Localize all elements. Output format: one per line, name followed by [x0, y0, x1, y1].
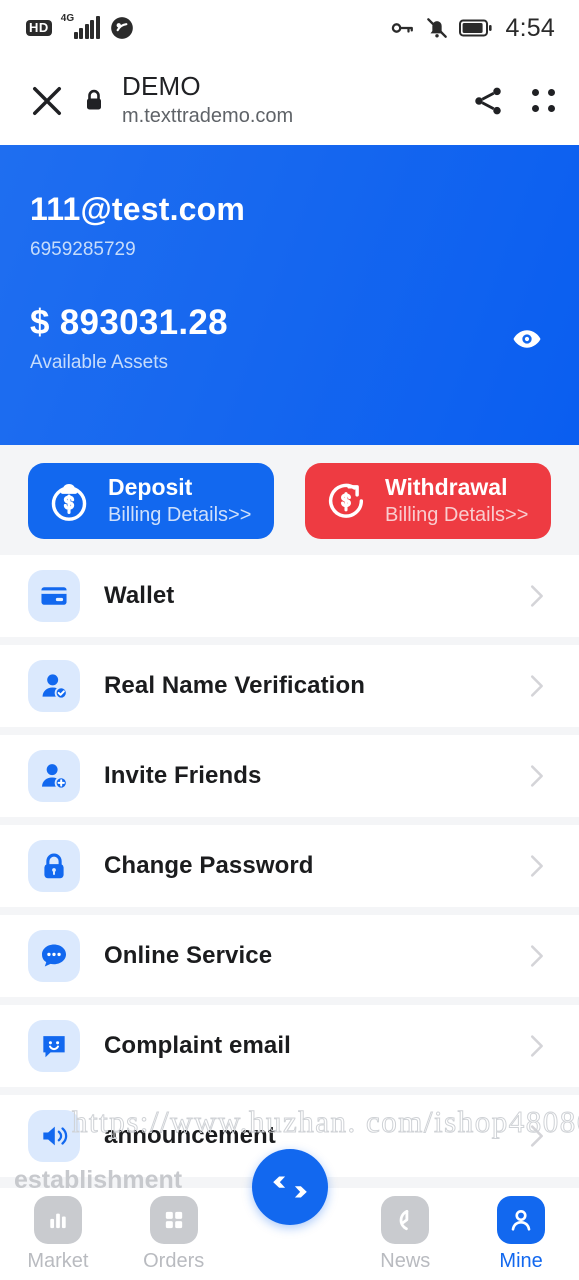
withdrawal-subtitle: Billing Details>>	[385, 503, 529, 526]
menu-item-label: Change Password	[104, 852, 314, 879]
deposit-subtitle: Billing Details>>	[108, 503, 252, 526]
account-summary-header: 111@test.com 6959285729 $ 893031.28 Avai…	[0, 145, 579, 445]
tab-market[interactable]: Market	[0, 1196, 116, 1273]
eye-icon	[513, 329, 541, 348]
account-uid: 6959285729	[30, 239, 136, 260]
chat-bubble-icon	[28, 930, 80, 982]
tab-label: Market	[27, 1250, 89, 1272]
signal-bars	[73, 16, 100, 39]
menu-item-change-password[interactable]: Change Password	[0, 825, 579, 907]
close-icon[interactable]	[26, 80, 68, 122]
chevron-right-icon	[530, 675, 543, 697]
tab-orders[interactable]: Orders	[116, 1196, 232, 1273]
balance-row: $ 893031.28 Available Assets	[30, 303, 549, 374]
tab-label: News	[380, 1250, 431, 1272]
hotspot-icon	[110, 17, 133, 39]
status-bar-clock: 4:54	[505, 13, 555, 42]
signal-4g-icon: 4G	[61, 13, 100, 39]
lock-icon	[28, 840, 80, 892]
bar-chart-icon	[33, 1196, 82, 1244]
page-url: m.texttrademo.com	[122, 105, 294, 128]
menu-item-label: Invite Friends	[104, 762, 262, 789]
network-type-label: 4G	[60, 13, 75, 24]
deposit-text: Deposit Billing Details>>	[108, 474, 251, 527]
menu-item-complaint-email[interactable]: Complaint email	[0, 1005, 579, 1087]
balance-visibility-toggle[interactable]	[505, 317, 549, 361]
account-menu-list: Wallet Real Name Verification Invite Fri…	[0, 555, 579, 1177]
balance-amount: $ 893031.28	[30, 303, 228, 342]
deposit-title: Deposit	[108, 474, 193, 501]
trade-fab-button[interactable]	[251, 1149, 328, 1225]
balance-block: $ 893031.28 Available Assets	[30, 303, 228, 374]
chevron-right-icon	[530, 1035, 543, 1057]
browser-toolbar: DEMO m.texttrademo.com	[0, 56, 579, 145]
menu-item-label: Complaint email	[104, 1032, 291, 1059]
grid-icon	[149, 1196, 198, 1244]
withdrawal-title: Withdrawal	[385, 474, 508, 501]
exchange-arrows-icon	[272, 1176, 307, 1198]
menu-item-label: Wallet	[104, 582, 175, 609]
bottom-navigation: Market Orders News Mine	[0, 1149, 579, 1280]
menu-item-online-service[interactable]: Online Service	[0, 915, 579, 997]
tab-label: Mine	[499, 1250, 543, 1272]
tab-mine[interactable]: Mine	[463, 1196, 579, 1273]
credit-card-icon	[28, 570, 80, 622]
lock-icon	[87, 89, 101, 109]
phone-clock-icon	[381, 1196, 430, 1244]
feedback-smiley-icon	[28, 1020, 80, 1072]
speaker-icon	[28, 1110, 80, 1162]
chevron-right-icon	[530, 1125, 543, 1147]
deposit-button[interactable]: Deposit Billing Details>>	[28, 463, 274, 539]
menu-item-real-name-verification[interactable]: Real Name Verification	[0, 645, 579, 727]
more-options-icon[interactable]	[532, 89, 555, 112]
notifications-muted-icon	[426, 18, 447, 38]
address-bar[interactable]: DEMO m.texttrademo.com	[122, 70, 470, 130]
share-icon[interactable]	[470, 83, 506, 119]
battery-icon	[458, 19, 492, 37]
status-bar-left: HD 4G	[26, 13, 135, 41]
chevron-right-icon	[530, 855, 543, 877]
app-screen: HD 4G 4:54 DEMO m.texttrademo.com 111@te…	[0, 0, 579, 1280]
hd-icon: HD	[26, 19, 52, 37]
account-email: 111@test.com	[30, 191, 246, 227]
tab-news[interactable]: News	[347, 1196, 463, 1273]
menu-item-label: Real Name Verification	[104, 672, 365, 699]
chevron-right-icon	[530, 585, 543, 607]
money-bag-icon	[51, 484, 87, 521]
status-bar: HD 4G 4:54	[0, 0, 579, 56]
balance-label: Available Assets	[30, 352, 169, 373]
menu-item-wallet[interactable]: Wallet	[0, 555, 579, 637]
withdrawal-text: Withdrawal Billing Details>>	[385, 474, 528, 527]
person-icon	[497, 1196, 546, 1244]
quick-actions: Deposit Billing Details>> Withdrawal Bil…	[0, 445, 579, 555]
withdraw-circle-icon	[328, 483, 364, 518]
person-add-icon	[28, 750, 80, 802]
page-title: DEMO	[122, 70, 201, 101]
status-bar-right: 4:54	[389, 14, 555, 43]
verified-user-icon	[28, 660, 80, 712]
menu-item-invite-friends[interactable]: Invite Friends	[0, 735, 579, 817]
menu-item-label: announcement	[104, 1122, 276, 1149]
tab-label: Orders	[143, 1250, 205, 1272]
withdrawal-button[interactable]: Withdrawal Billing Details>>	[305, 463, 551, 539]
chevron-right-icon	[530, 945, 543, 967]
menu-item-label: Online Service	[104, 942, 273, 969]
chevron-right-icon	[530, 765, 543, 787]
vpn-key-icon	[391, 23, 413, 33]
